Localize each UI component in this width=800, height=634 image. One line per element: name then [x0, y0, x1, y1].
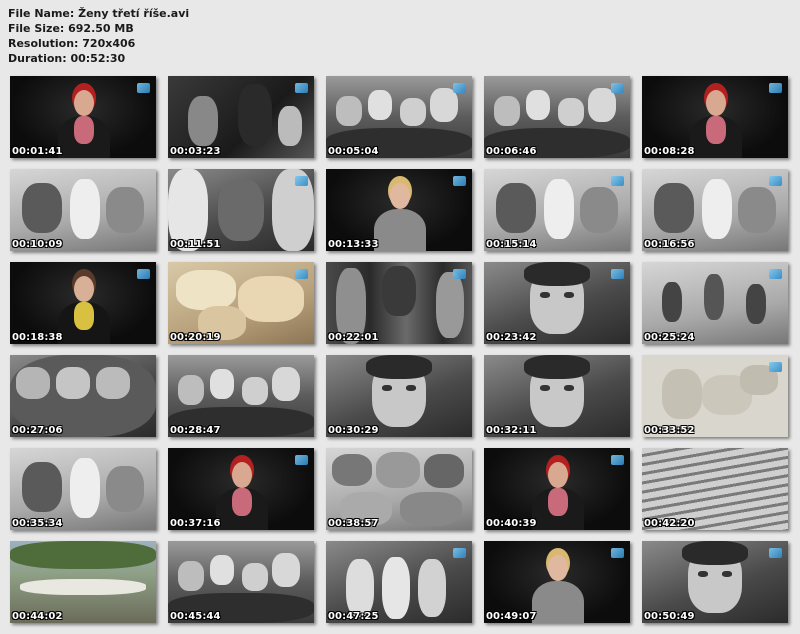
video-thumbnail: 00:32:11 — [484, 355, 630, 437]
channel-logo-icon — [295, 83, 308, 93]
video-thumbnail: 00:44:02 — [10, 541, 156, 623]
video-thumbnail: 00:45:44 — [168, 541, 314, 623]
channel-logo-icon — [611, 548, 624, 558]
channel-logo-icon — [295, 455, 308, 465]
timestamp-label: 00:47:25 — [328, 611, 379, 622]
channel-logo-icon — [611, 455, 624, 465]
channel-logo-icon — [137, 83, 150, 93]
channel-logo-icon — [453, 548, 466, 558]
timestamp-label: 00:03:23 — [170, 146, 221, 157]
video-thumbnail: 00:11:51 — [168, 169, 314, 251]
timestamp-label: 00:28:47 — [170, 425, 221, 436]
video-thumbnail: 00:05:04 — [326, 76, 472, 158]
timestamp-label: 00:42:20 — [644, 518, 695, 529]
video-thumbnail: 00:27:06 — [10, 355, 156, 437]
video-thumbnail: 00:18:38 — [10, 262, 156, 344]
channel-logo-icon — [611, 176, 624, 186]
video-thumbnail: 00:23:42 — [484, 262, 630, 344]
channel-logo-icon — [611, 269, 624, 279]
video-thumbnail: 00:30:29 — [326, 355, 472, 437]
resolution-text: Resolution: 720x406 — [8, 37, 136, 50]
duration-text: Duration: 00:52:30 — [8, 52, 126, 65]
timestamp-label: 00:30:29 — [328, 425, 379, 436]
video-thumbnail: 00:13:33 — [326, 169, 472, 251]
timestamp-label: 00:10:09 — [12, 239, 63, 250]
timestamp-label: 00:33:52 — [644, 425, 695, 436]
channel-logo-icon — [769, 83, 782, 93]
video-thumbnail: 00:50:49 — [642, 541, 788, 623]
timestamp-label: 00:45:44 — [170, 611, 221, 622]
channel-logo-icon — [769, 362, 782, 372]
timestamp-label: 00:49:07 — [486, 611, 537, 622]
video-thumbnail: 00:28:47 — [168, 355, 314, 437]
video-thumbnail: 00:35:34 — [10, 448, 156, 530]
channel-logo-icon — [295, 176, 308, 186]
timestamp-label: 00:08:28 — [644, 146, 695, 157]
timestamp-label: 00:06:46 — [486, 146, 537, 157]
timestamp-label: 00:37:16 — [170, 518, 221, 529]
video-thumbnail: 00:01:41 — [10, 76, 156, 158]
timestamp-label: 00:05:04 — [328, 146, 379, 157]
timestamp-label: 00:44:02 — [12, 611, 63, 622]
video-thumbnail: 00:20:19 — [168, 262, 314, 344]
video-thumbnail: 00:16:56 — [642, 169, 788, 251]
video-thumbnail: 00:40:39 — [484, 448, 630, 530]
video-thumbnail: 00:15:14 — [484, 169, 630, 251]
file-size-text: File Size: 692.50 MB — [8, 22, 134, 35]
timestamp-label: 00:32:11 — [486, 425, 537, 436]
channel-logo-icon — [453, 269, 466, 279]
channel-logo-icon — [137, 269, 150, 279]
timestamp-label: 00:13:33 — [328, 239, 379, 250]
timestamp-label: 00:27:06 — [12, 425, 63, 436]
channel-logo-icon — [453, 176, 466, 186]
timestamp-label: 00:20:19 — [170, 332, 221, 343]
timestamp-label: 00:01:41 — [12, 146, 63, 157]
channel-logo-icon — [453, 83, 466, 93]
video-thumbnail: 00:08:28 — [642, 76, 788, 158]
channel-logo-icon — [295, 269, 308, 279]
timestamp-label: 00:35:34 — [12, 518, 63, 529]
timestamp-label: 00:18:38 — [12, 332, 63, 343]
timestamp-label: 00:50:49 — [644, 611, 695, 622]
file-name-text: File Name: Ženy třetí říše.avi — [8, 7, 190, 20]
timestamp-label: 00:11:51 — [170, 239, 221, 250]
thumbnail-grid: 00:01:41 00:03:23 00:05:04 00:06:46 00:08:28… — [10, 76, 790, 623]
channel-logo-icon — [769, 269, 782, 279]
timestamp-label: 00:22:01 — [328, 332, 379, 343]
timestamp-label: 00:23:42 — [486, 332, 537, 343]
timestamp-label: 00:25:24 — [644, 332, 695, 343]
video-thumbnail: 00:06:46 — [484, 76, 630, 158]
video-thumbnail: 00:49:07 — [484, 541, 630, 623]
video-thumbnail: 00:03:23 — [168, 76, 314, 158]
video-thumbnail: 00:37:16 — [168, 448, 314, 530]
video-thumbnail: 00:25:24 — [642, 262, 788, 344]
channel-logo-icon — [611, 83, 624, 93]
video-thumbnail: 00:42:20 — [642, 448, 788, 530]
timestamp-label: 00:38:57 — [328, 518, 379, 529]
file-info-header: File Name: Ženy třetí říše.avi File Size… — [8, 6, 189, 66]
video-thumbnail: 00:10:09 — [10, 169, 156, 251]
timestamp-label: 00:40:39 — [486, 518, 537, 529]
channel-logo-icon — [769, 548, 782, 558]
video-thumbnail: 00:22:01 — [326, 262, 472, 344]
timestamp-label: 00:16:56 — [644, 239, 695, 250]
timestamp-label: 00:15:14 — [486, 239, 537, 250]
channel-logo-icon — [769, 176, 782, 186]
video-thumbnail: 00:38:57 — [326, 448, 472, 530]
video-thumbnail: 00:33:52 — [642, 355, 788, 437]
video-thumbnail: 00:47:25 — [326, 541, 472, 623]
